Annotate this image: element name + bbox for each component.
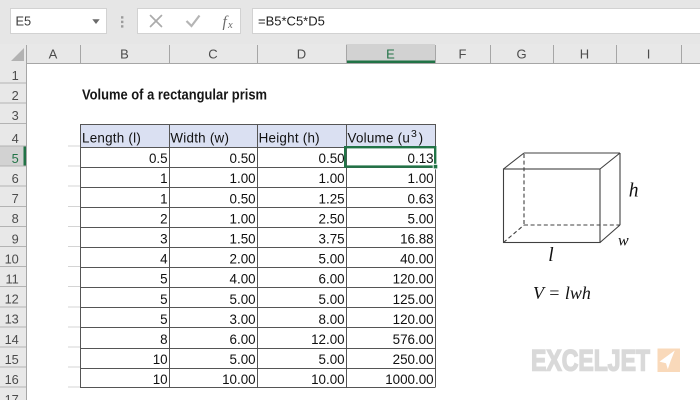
svg-text:D: D <box>297 47 306 62</box>
svg-text:0.50: 0.50 <box>230 151 256 166</box>
svg-text:576.00: 576.00 <box>393 332 434 347</box>
svg-text:1: 1 <box>12 68 19 83</box>
svg-text:12: 12 <box>5 292 19 307</box>
svg-text:EXCELJET: EXCELJET <box>531 345 650 378</box>
svg-text:I: I <box>647 47 651 62</box>
svg-text:Length (l): Length (l) <box>82 131 141 146</box>
svg-text:2: 2 <box>160 211 167 226</box>
svg-text:w: w <box>618 233 629 250</box>
svg-text:14: 14 <box>5 332 19 347</box>
svg-text:0.13: 0.13 <box>408 151 434 166</box>
svg-text:1.50: 1.50 <box>230 232 256 247</box>
svg-text:8: 8 <box>160 332 167 347</box>
svg-text:H: H <box>580 47 589 62</box>
svg-text:17: 17 <box>5 392 19 400</box>
svg-text:10: 10 <box>153 352 168 367</box>
svg-text:9: 9 <box>12 231 19 246</box>
svg-text:V = lwh: V = lwh <box>533 283 591 303</box>
svg-text:x: x <box>227 20 233 31</box>
svg-text:0.50: 0.50 <box>230 191 256 206</box>
svg-text:13: 13 <box>5 312 19 327</box>
svg-text:10.00: 10.00 <box>311 372 345 387</box>
svg-text:16: 16 <box>5 372 19 387</box>
svg-text:120.00: 120.00 <box>393 272 434 287</box>
svg-text:15: 15 <box>5 352 19 367</box>
svg-text:B: B <box>120 47 129 62</box>
svg-text:C: C <box>208 47 217 62</box>
svg-text:2.00: 2.00 <box>230 252 256 267</box>
svg-text:125.00: 125.00 <box>393 292 434 307</box>
svg-text:250.00: 250.00 <box>393 352 434 367</box>
svg-text:3: 3 <box>160 232 167 247</box>
svg-text:1.00: 1.00 <box>230 211 256 226</box>
svg-text:F: F <box>459 47 467 62</box>
svg-text:2.50: 2.50 <box>319 211 345 226</box>
svg-text:5.00: 5.00 <box>319 292 345 307</box>
svg-text:G: G <box>516 47 526 62</box>
svg-text:5: 5 <box>12 151 19 166</box>
svg-text:8.00: 8.00 <box>319 312 345 327</box>
svg-text:8: 8 <box>12 211 19 226</box>
svg-text:10: 10 <box>153 372 168 387</box>
svg-text:12.00: 12.00 <box>311 332 345 347</box>
svg-text:0.5: 0.5 <box>149 151 168 166</box>
svg-text:4: 4 <box>12 131 19 146</box>
svg-text:3.00: 3.00 <box>230 312 256 327</box>
svg-text:6.00: 6.00 <box>230 332 256 347</box>
svg-text:4.00: 4.00 <box>230 272 256 287</box>
svg-text:16.88: 16.88 <box>400 232 434 247</box>
svg-text:5: 5 <box>160 312 167 327</box>
svg-text:5.00: 5.00 <box>319 252 345 267</box>
svg-text:E: E <box>386 47 395 62</box>
svg-text:1.00: 1.00 <box>319 171 345 186</box>
svg-text:5.00: 5.00 <box>230 352 256 367</box>
svg-text:Height (h): Height (h) <box>259 131 320 146</box>
svg-text:6.00: 6.00 <box>319 272 345 287</box>
svg-text:120.00: 120.00 <box>393 312 434 327</box>
svg-text:0.50: 0.50 <box>319 151 345 166</box>
svg-text:3.75: 3.75 <box>319 232 345 247</box>
svg-text:1.00: 1.00 <box>408 171 434 186</box>
svg-text:Volume of a rectangular prism: Volume of a rectangular prism <box>82 88 267 104</box>
svg-text:1.25: 1.25 <box>319 191 345 206</box>
svg-text:h: h <box>629 181 639 202</box>
svg-text:1000.00: 1000.00 <box>385 372 433 387</box>
svg-text:10.00: 10.00 <box>222 372 256 387</box>
svg-text:4: 4 <box>160 252 168 267</box>
svg-text:2: 2 <box>12 88 19 103</box>
svg-text:1.00: 1.00 <box>230 171 256 186</box>
svg-text:5.00: 5.00 <box>408 211 434 226</box>
svg-text:3: 3 <box>12 108 19 123</box>
svg-text:1: 1 <box>160 191 167 206</box>
svg-text:10: 10 <box>5 251 19 266</box>
svg-text:5.00: 5.00 <box>319 352 345 367</box>
svg-text:E5: E5 <box>16 14 32 29</box>
svg-text:5: 5 <box>160 272 167 287</box>
svg-text:l: l <box>548 245 553 266</box>
svg-text:5: 5 <box>160 292 167 307</box>
svg-text:40.00: 40.00 <box>400 252 434 267</box>
svg-text:A: A <box>49 47 58 62</box>
svg-text:6: 6 <box>12 171 19 186</box>
svg-text:11: 11 <box>6 272 19 287</box>
svg-text:0.63: 0.63 <box>408 191 434 206</box>
svg-text:=B5*C5*D5: =B5*C5*D5 <box>258 14 325 29</box>
svg-text:7: 7 <box>12 191 19 206</box>
svg-text:5.00: 5.00 <box>230 292 256 307</box>
svg-text:Width (w): Width (w) <box>170 131 229 146</box>
svg-text:1: 1 <box>160 171 167 186</box>
